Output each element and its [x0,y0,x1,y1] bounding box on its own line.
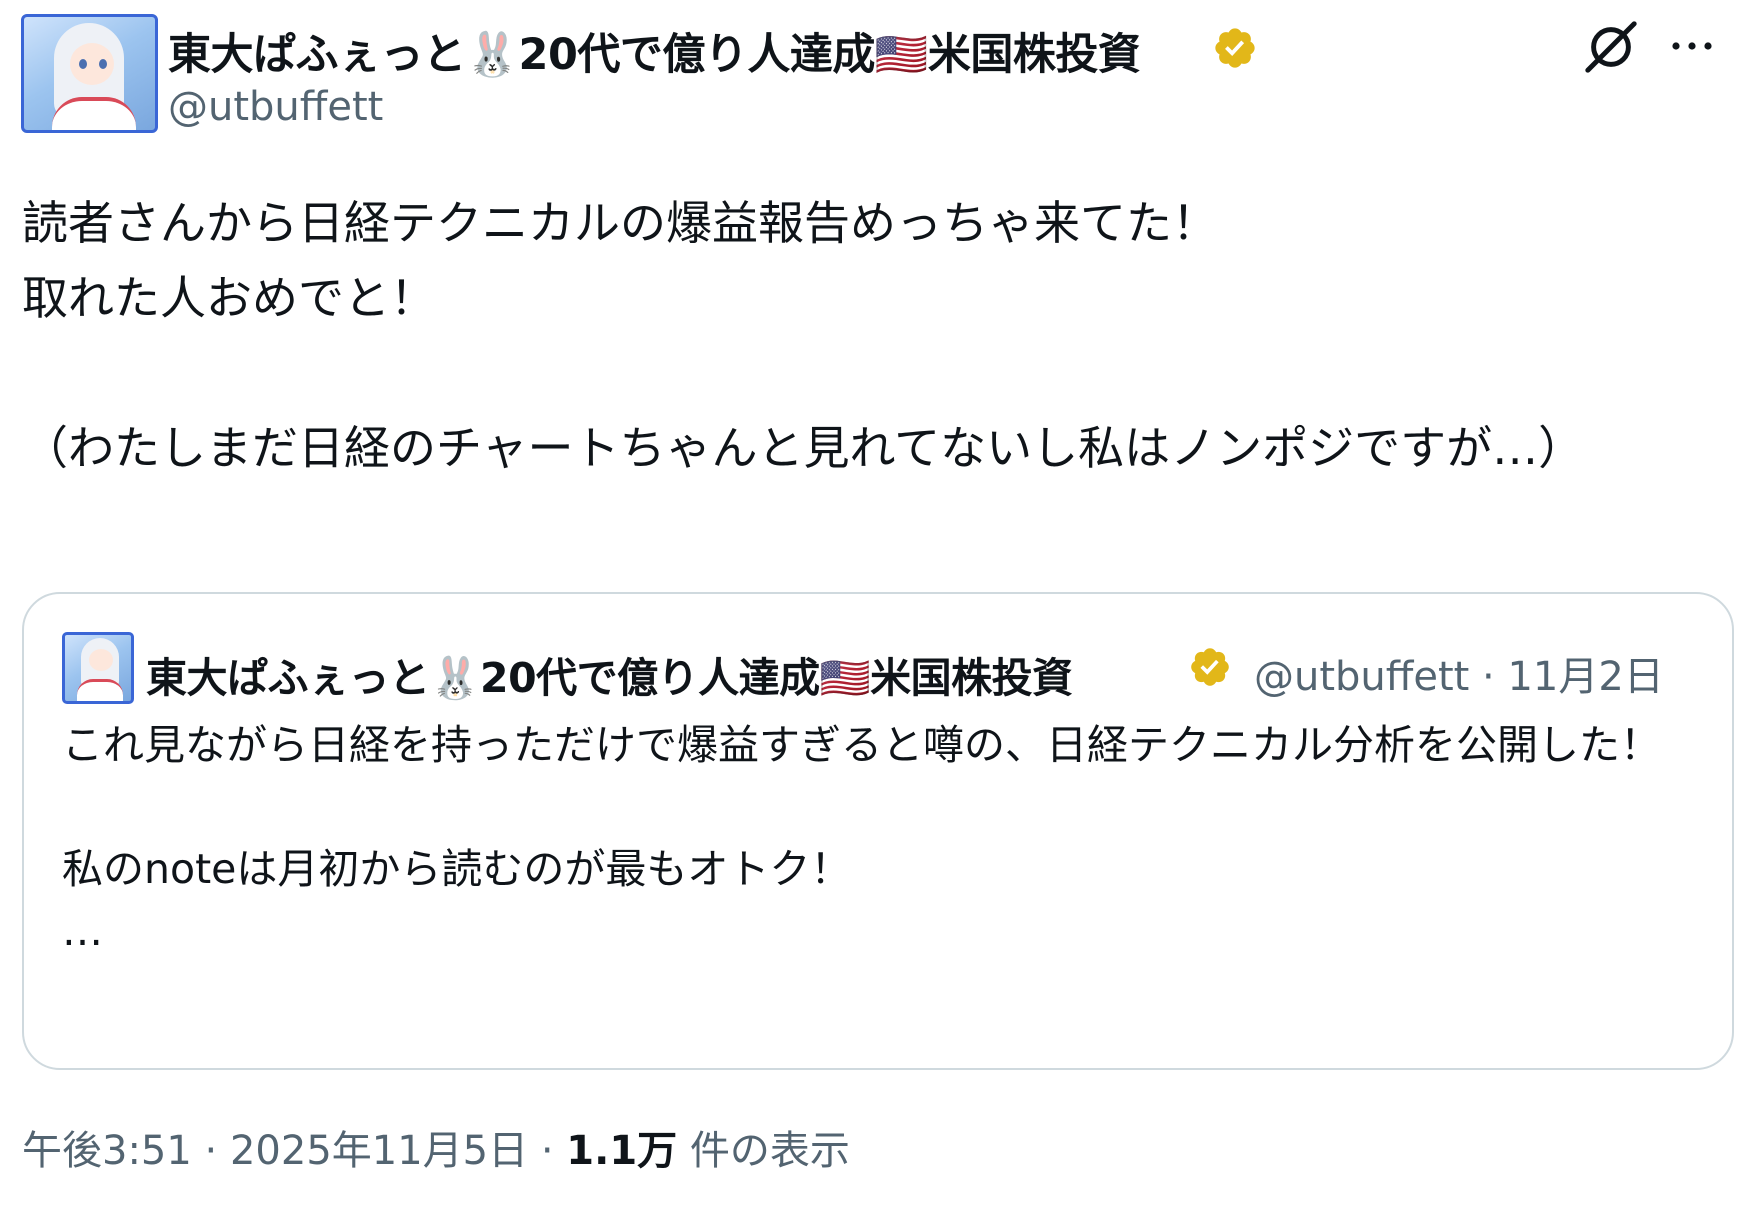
views-label: 件の表示 [689,1128,850,1174]
avatar-clothes [52,97,136,130]
avatar-eye [99,59,107,69]
quoted-handle[interactable]: @utbuffett [1254,654,1469,700]
quoted-date[interactable]: 11月2日 [1507,654,1663,700]
quoted-avatar[interactable] [62,632,134,704]
quoted-text: これ見ながら日経を持っただけで爆益すぎると噂の、日経テクニカル分析を公開した！ … [62,721,1661,955]
post-text: 読者さんから日経テクニカルの爆益報告めっちゃ来てた！ 取れた人おめでと！ （わた… [22,196,1585,475]
quoted-display-name[interactable]: 東大ぱふぇっと🐰20代で億り人達成🇺🇸米国株投資 [146,644,1073,704]
avatar-clothes [77,679,123,701]
avatar-face [70,43,114,85]
avatar[interactable] [21,14,158,133]
grok-icon[interactable] [1582,18,1640,76]
author-handle[interactable]: @utbuffett [168,84,383,130]
separator-dot: · [540,1128,554,1174]
avatar-face [89,649,113,671]
post-time[interactable]: 午後3:51 [22,1128,192,1174]
separator-dot: · [1482,654,1495,700]
quoted-meta: @utbuffett · 11月2日 [1254,644,1664,702]
author-display-name[interactable]: 東大ぱふぇっと🐰20代で億り人達成🇺🇸米国株投資 [168,20,1141,82]
quoted-tweet[interactable]: 東大ぱふぇっと🐰20代で億り人達成🇺🇸米国株投資 @utbuffett · 11… [22,592,1734,1070]
views-count[interactable]: 1.1万 [566,1128,677,1174]
tweet: 東大ぱふぇっと🐰20代で億り人達成🇺🇸米国株投資 @utbuffett 読者さん… [0,0,1756,1211]
avatar-eye [79,59,87,69]
verified-badge-icon[interactable] [1188,645,1232,689]
post-date[interactable]: 2025年11月5日 [230,1128,528,1174]
post-footer: 午後3:51 · 2025年11月5日 · 1.1万 件の表示 [22,1118,850,1176]
verified-badge-icon[interactable] [1212,25,1258,71]
separator-dot: · [204,1128,218,1174]
more-options-icon[interactable] [1667,28,1717,64]
